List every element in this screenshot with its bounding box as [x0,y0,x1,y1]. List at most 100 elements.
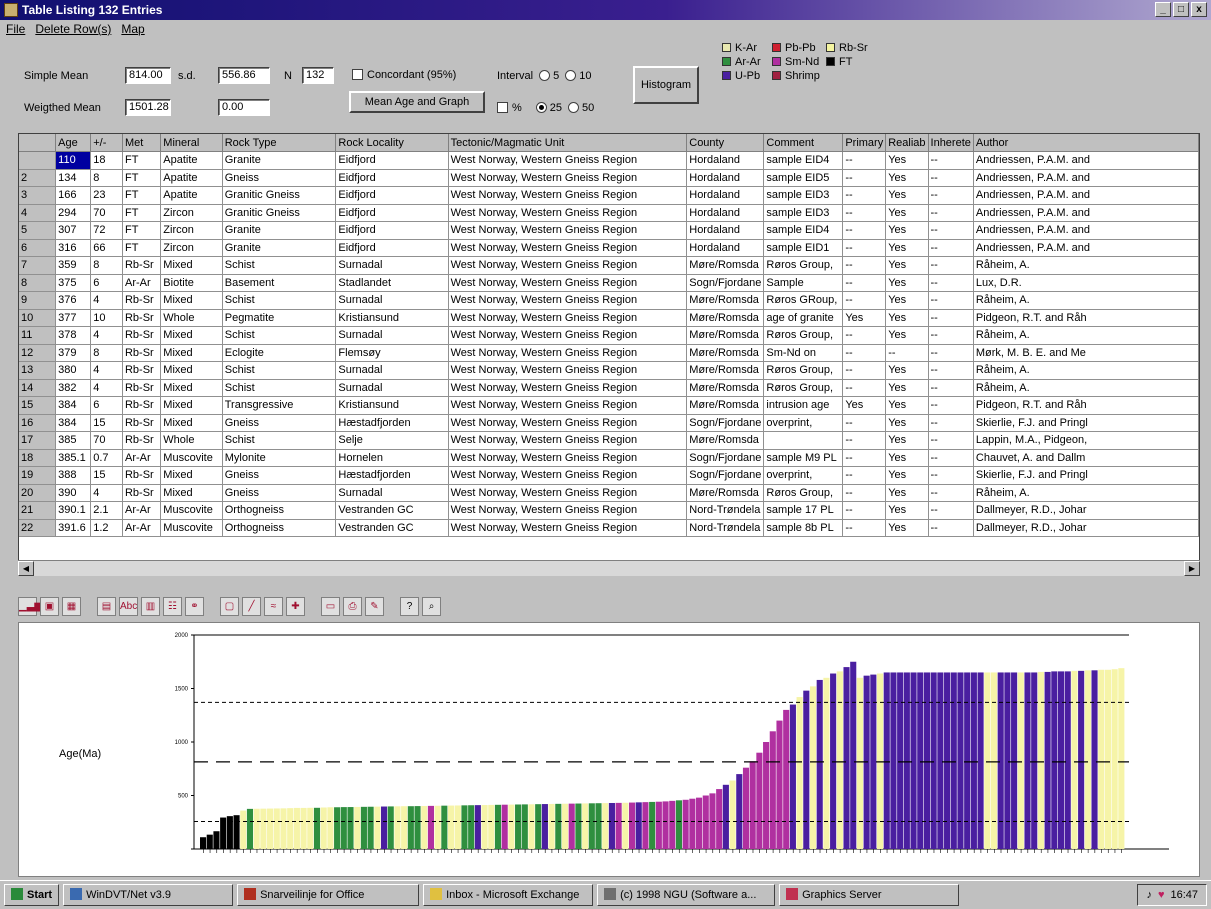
zoom-icon[interactable]: ⌕ [422,596,441,616]
row-header[interactable]: 3 [19,186,57,205]
table-cell[interactable]: Ar-Ar [122,519,162,537]
task-graphics-server[interactable]: Graphics Server [779,884,960,906]
table-cell[interactable]: Zircon [160,204,223,222]
row-header[interactable] [19,151,57,170]
table-cell[interactable]: Råheim, A. [973,379,1199,397]
row-header[interactable]: 6 [19,239,57,257]
table-row[interactable]: 8 375 6 Ar-Ar Biotite Basement Stadlandet West … [19,274,1199,292]
table-cell[interactable]: Yes [885,449,929,467]
table-cell[interactable]: Sogn/Fjordane [686,274,765,292]
table-cell[interactable]: Schist [222,361,337,380]
heart-icon[interactable]: ♥ [1158,885,1165,905]
speaker-icon[interactable]: ♪ [1146,885,1152,905]
table-cell[interactable]: West Norway, Western Gneiss Region [448,239,688,257]
table-cell[interactable]: Surnadal [335,326,449,345]
task-office-shortcut[interactable]: Snarveilinje for Office [237,884,420,906]
table-cell[interactable]: 4 [90,291,123,310]
table-cell[interactable]: -- [842,484,887,502]
table-cell[interactable]: Zircon [160,239,223,257]
table-cell[interactable]: Yes [885,291,929,310]
table-cell[interactable]: 316 [55,239,92,257]
table-cell[interactable]: 66 [90,239,123,257]
maximize-button[interactable]: □ [1173,2,1189,17]
table-cell[interactable]: -- [928,484,974,502]
table-cell[interactable]: Pidgeon, R.T. and Råh [973,396,1199,415]
3d-chart-icon[interactable]: ▣ [40,596,59,616]
table-cell[interactable]: Andriessen, P.A.M. and [973,221,1199,240]
table-row[interactable]: 12 379 8 Rb-Sr Mixed Eclogite Flemsøy West Norw… [19,344,1199,362]
table-cell[interactable]: Ar-Ar [122,274,162,292]
table-cell[interactable]: Schist [222,326,337,345]
row-header[interactable]: 18 [19,449,57,467]
sd-field[interactable]: 556.86 [218,67,270,84]
table-cell[interactable]: sample EID3 [763,186,844,205]
table-cell[interactable]: Chauvet, A. and Dallm [973,449,1199,467]
table-cell[interactable]: Nord-Trøndela [686,519,765,537]
table-cell[interactable]: Dallmeyer, R.D., Johar [973,519,1199,537]
table-cell[interactable]: West Norway, Western Gneiss Region [448,291,688,310]
column-header[interactable]: Mineral [160,134,223,152]
table-row[interactable]: 10 377 10 Rb-Sr Whole Pegmatite Kristiansund We… [19,309,1199,327]
table-cell[interactable]: 2.1 [90,501,123,520]
column-header[interactable]: Inherete [928,134,974,152]
concordant-checkbox[interactable]: Concordant (95%) [352,69,456,81]
print-icon[interactable]: ⎙ [343,596,362,616]
table-cell[interactable]: Mørk, M. B. E. and Me [973,344,1199,362]
table-cell[interactable]: 384 [55,396,92,415]
table-cell[interactable]: Rb-Sr [122,431,162,450]
table-cell[interactable]: Hornelen [335,449,449,467]
table-cell[interactable]: -- [928,274,974,292]
table-cell[interactable]: West Norway, Western Gneiss Region [448,361,688,380]
title-bar[interactable]: Table Listing 132 Entries _ □ x [0,0,1211,20]
table-cell[interactable]: Surnadal [335,256,449,275]
table-cell[interactable]: -- [842,169,887,187]
table-cell[interactable]: 4 [90,379,123,397]
table-cell[interactable]: -- [842,414,887,432]
column-header[interactable]: Primary [842,134,887,152]
row-header[interactable]: 15 [19,396,57,415]
table-cell[interactable]: West Norway, Western Gneiss Region [448,379,688,397]
table-cell[interactable]: Yes [885,309,929,327]
table-cell[interactable]: Røros Group, [763,379,844,397]
table-row[interactable]: 3 166 23 FT Apatite Granitic Gneiss Eidfjord We… [19,186,1199,205]
table-cell[interactable]: Røros Group, [763,326,844,345]
table-cell[interactable]: Møre/Romsda [686,431,765,450]
table-cell[interactable]: 391.6 [55,519,92,537]
table-cell[interactable]: Yes [885,204,929,222]
row-header[interactable]: 14 [19,379,57,397]
table-cell[interactable]: Yes [885,326,929,345]
table-cell[interactable]: sample EID3 [763,204,844,222]
table-cell[interactable]: 8 [90,169,123,187]
menu-delete-rows[interactable]: Delete Row(s) [35,20,111,38]
table-cell[interactable]: 15 [90,414,123,432]
column-header[interactable]: Rock Locality [335,134,449,152]
table-cell[interactable]: -- [928,466,974,485]
table-cell[interactable]: Møre/Romsda [686,484,765,502]
table-cell[interactable]: Pegmatite [222,309,337,327]
table-cell[interactable]: Sm-Nd on [763,344,844,362]
histogram-button[interactable]: Histogram [633,66,699,104]
table-row[interactable]: 18 385.1 0.7 Ar-Ar Muscovite Mylonite Hornelen… [19,449,1199,467]
table-cell[interactable]: 6 [90,396,123,415]
table-cell[interactable]: Mixed [160,361,223,380]
table-cell[interactable]: West Norway, Western Gneiss Region [448,221,688,240]
table-cell[interactable]: -- [928,291,974,310]
table-cell[interactable]: -- [928,379,974,397]
table-cell[interactable]: Andriessen, P.A.M. and [973,204,1199,222]
table-cell[interactable]: Hordaland [686,151,765,170]
table-cell[interactable]: Møre/Romsda [686,291,765,310]
table-cell[interactable]: West Norway, Western Gneiss Region [448,204,688,222]
table-cell[interactable]: Ar-Ar [122,501,162,520]
table-cell[interactable]: 23 [90,186,123,205]
table-cell[interactable]: overprint, [763,414,844,432]
table-cell[interactable]: Apatite [160,186,223,205]
table-cell[interactable]: -- [842,361,887,380]
table-cell[interactable]: West Norway, Western Gneiss Region [448,256,688,275]
table-cell[interactable]: Råheim, A. [973,361,1199,380]
table-cell[interactable]: Muscovite [160,519,223,537]
row-header[interactable]: 16 [19,414,57,432]
table-cell[interactable]: Gneiss [222,414,337,432]
table-cell[interactable]: 378 [55,326,92,345]
table-cell[interactable]: Stadlandet [335,274,449,292]
table-cell[interactable]: -- [928,519,974,537]
